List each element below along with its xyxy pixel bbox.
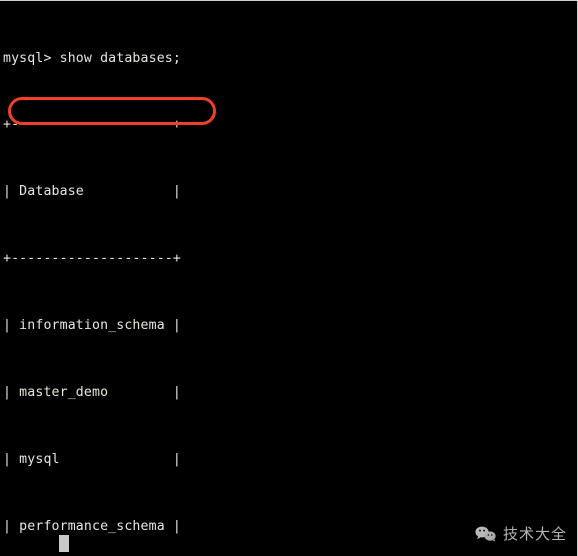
terminal-window[interactable]: mysql> show databases; +----------------… — [0, 0, 578, 556]
watermark: 技术大全 — [475, 523, 567, 544]
terminal-line: | mysql | — [3, 451, 181, 467]
terminal-line: +--------------------+ — [3, 117, 181, 133]
terminal-line: +--------------------+ — [3, 251, 181, 267]
wechat-icon — [475, 526, 497, 542]
terminal-line: | Database | — [3, 184, 181, 200]
terminal-line-master-demo: | master_demo | — [3, 385, 181, 401]
terminal-screen[interactable]: mysql> show databases; +----------------… — [3, 3, 577, 556]
terminal-line: | information_schema | — [3, 318, 181, 334]
watermark-text: 技术大全 — [502, 525, 567, 543]
text-cursor — [59, 535, 69, 552]
terminal-line: mysql> show databases; — [3, 50, 181, 66]
